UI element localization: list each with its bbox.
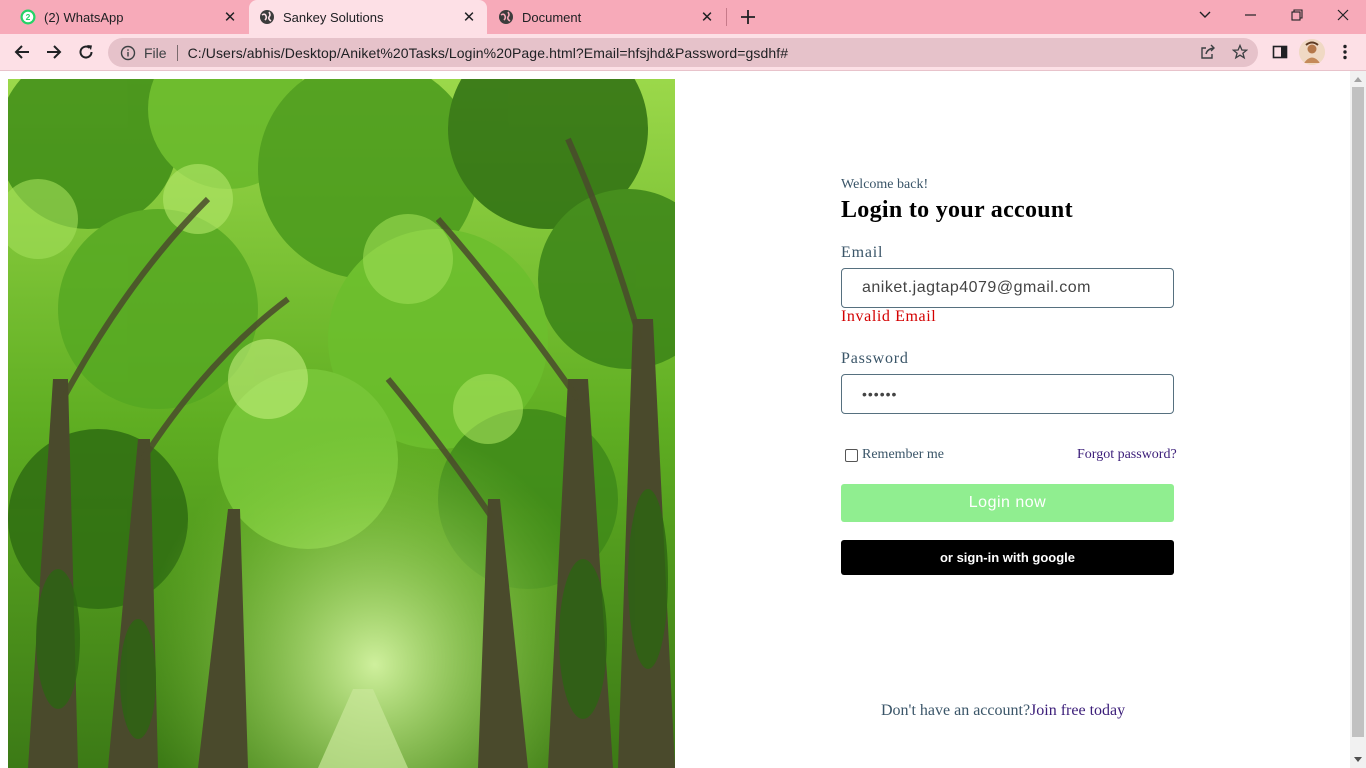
side-panel-icon bbox=[1272, 45, 1288, 59]
password-field[interactable]: •••••• bbox=[841, 374, 1174, 414]
side-panel-button[interactable] bbox=[1266, 38, 1294, 66]
plus-icon bbox=[741, 10, 755, 24]
tab-title: Document bbox=[522, 9, 582, 25]
avatar-icon bbox=[1299, 39, 1325, 65]
close-tab-icon[interactable]: ✕ bbox=[459, 7, 479, 27]
address-bar[interactable]: File C:/Users/abhis/Desktop/Aniket%20Tas… bbox=[108, 38, 1258, 67]
arrow-right-icon bbox=[47, 45, 62, 59]
remember-me-label: Remember me bbox=[862, 447, 945, 462]
menu-button[interactable] bbox=[1331, 38, 1359, 66]
whatsapp-badge: 2 bbox=[26, 12, 31, 22]
reload-button[interactable] bbox=[72, 38, 100, 66]
restore-icon bbox=[1291, 9, 1303, 21]
scroll-up-arrow[interactable] bbox=[1354, 77, 1362, 82]
scrollbar-thumb[interactable] bbox=[1352, 87, 1364, 737]
password-value: •••••• bbox=[862, 386, 898, 402]
vertical-scrollbar[interactable] bbox=[1350, 71, 1366, 768]
chevron-down-icon bbox=[1199, 11, 1211, 18]
share-icon bbox=[1201, 44, 1215, 59]
scroll-down-arrow[interactable] bbox=[1354, 757, 1362, 762]
close-tab-icon[interactable]: ✕ bbox=[697, 7, 717, 27]
reload-icon bbox=[79, 45, 93, 59]
scheme-label: File bbox=[144, 44, 167, 61]
back-button[interactable] bbox=[8, 38, 36, 66]
password-label: Password bbox=[841, 350, 909, 367]
login-button[interactable]: Login now bbox=[841, 484, 1174, 522]
close-icon bbox=[1337, 9, 1349, 21]
divider bbox=[176, 44, 178, 61]
forgot-password-link[interactable]: Forgot password? bbox=[1077, 447, 1177, 463]
globe-icon bbox=[499, 10, 513, 24]
tab-title: (2) WhatsApp bbox=[44, 9, 124, 25]
remember-me[interactable]: Remember me bbox=[845, 447, 944, 463]
bookmark-button[interactable] bbox=[1226, 38, 1254, 66]
hero-forest-image bbox=[8, 79, 675, 768]
url-text[interactable]: C:/Users/abhis/Desktop/Aniket%20Tasks/Lo… bbox=[188, 45, 1258, 61]
signup-question: Don't have an account? bbox=[881, 702, 1031, 719]
remember-me-checkbox[interactable] bbox=[845, 448, 858, 462]
star-icon bbox=[1232, 44, 1248, 60]
tab-strip: 2 (2) WhatsApp ✕ Sankey Solutions ✕ Docu… bbox=[0, 0, 1366, 34]
kebab-menu-icon bbox=[1343, 44, 1347, 60]
info-icon[interactable] bbox=[120, 45, 136, 61]
new-tab-button[interactable] bbox=[736, 5, 760, 29]
restore-button[interactable] bbox=[1274, 0, 1320, 30]
signup-prompt: Don't have an account?Join free today bbox=[881, 702, 1125, 720]
minimize-button[interactable] bbox=[1228, 0, 1274, 30]
google-signin-button[interactable]: or sign-in with google bbox=[841, 540, 1174, 575]
page-title: Login to your account bbox=[841, 197, 1073, 223]
minimize-icon bbox=[1245, 14, 1256, 16]
profile-avatar[interactable] bbox=[1299, 39, 1325, 65]
share-button[interactable] bbox=[1194, 38, 1222, 66]
email-label: Email bbox=[841, 244, 884, 261]
whatsapp-icon: 2 bbox=[20, 9, 36, 25]
browser-toolbar: File C:/Users/abhis/Desktop/Aniket%20Tas… bbox=[0, 34, 1366, 71]
join-free-link[interactable]: Join free today bbox=[1030, 702, 1125, 719]
tab-title: Sankey Solutions bbox=[283, 9, 384, 25]
page-viewport: Welcome back! Login to your account Emai… bbox=[0, 71, 1350, 768]
tab-document[interactable]: Document ✕ bbox=[487, 0, 725, 34]
close-window-button[interactable] bbox=[1320, 0, 1366, 30]
tab-search-button[interactable] bbox=[1182, 0, 1228, 30]
tab-sankey-solutions[interactable]: Sankey Solutions ✕ bbox=[249, 0, 487, 34]
email-value: aniket.jagtap4079@gmail.com bbox=[862, 279, 1091, 296]
tab-separator bbox=[726, 8, 727, 26]
email-field[interactable]: aniket.jagtap4079@gmail.com bbox=[841, 268, 1174, 308]
forest-canopy-image bbox=[8, 79, 675, 768]
globe-icon bbox=[260, 10, 274, 24]
forward-button[interactable] bbox=[40, 38, 68, 66]
welcome-text: Welcome back! bbox=[841, 177, 929, 192]
arrow-left-icon bbox=[14, 45, 29, 59]
email-error-message: Invalid Email bbox=[841, 308, 937, 325]
close-tab-icon[interactable]: ✕ bbox=[220, 7, 240, 27]
tab-whatsapp[interactable]: 2 (2) WhatsApp ✕ bbox=[0, 0, 248, 34]
